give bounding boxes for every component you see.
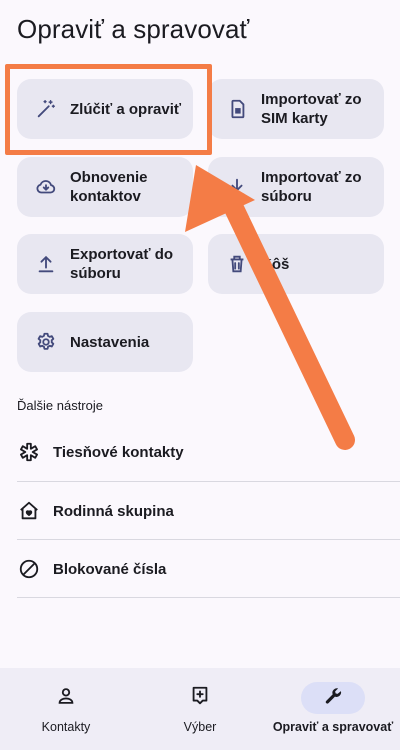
nav-fix-and-manage[interactable]: Opraviť a spravovať [270, 668, 396, 750]
blocked-numbers-row[interactable]: Blokované čísla [0, 540, 400, 598]
export-file-card[interactable]: Exportovať do súboru [17, 234, 193, 294]
block-icon [17, 557, 41, 581]
nav-pill [168, 682, 232, 714]
download-icon [226, 176, 248, 198]
settings-card[interactable]: Nastavenia [17, 312, 193, 372]
add-box-icon [189, 685, 211, 712]
card-label: Exportovať do súboru [70, 246, 174, 282]
trash-icon [226, 253, 248, 275]
emergency-icon [17, 440, 41, 464]
sim-card-icon [226, 98, 248, 120]
gear-icon [35, 331, 57, 353]
person-icon [55, 685, 77, 712]
card-label: Obnovenie kontaktov [70, 169, 148, 205]
page-title: Opraviť a spravovať [17, 14, 250, 44]
nav-label: Kontakty [41, 720, 91, 734]
wrench-icon [323, 686, 343, 711]
trash-card[interactable]: Kôš [208, 234, 384, 294]
import-sim-card[interactable]: Importovať zo SIM karty [208, 79, 384, 139]
restore-contacts-card[interactable]: Obnovenie kontaktov [17, 157, 193, 217]
nav-contacts[interactable]: Kontakty [22, 668, 110, 750]
divider [17, 597, 400, 598]
nav-label: Výber [183, 720, 217, 734]
row-label: Tiesňové kontakty [53, 443, 184, 461]
import-file-card[interactable]: Importovať zo súboru [208, 157, 384, 217]
upload-icon [35, 253, 57, 275]
nav-label: Opraviť a spravovať [272, 720, 394, 734]
highlight-box [5, 64, 212, 155]
card-label: Kôš [261, 255, 290, 273]
card-label: Nastavenia [70, 333, 150, 351]
card-label: Importovať zo SIM karty [261, 91, 362, 127]
row-label: Blokované čísla [53, 560, 167, 578]
family-group-row[interactable]: Rodinná skupina [0, 482, 400, 540]
emergency-contacts-row[interactable]: Tiesňové kontakty [0, 423, 400, 481]
family-home-icon [17, 499, 41, 523]
row-label: Rodinná skupina [53, 502, 174, 520]
nav-pill-active [301, 682, 365, 714]
card-label: Importovať zo súboru [261, 169, 362, 205]
bottom-navigation: Kontakty Výber Opraviť a spravovať [0, 668, 400, 750]
nav-pill [34, 682, 98, 714]
nav-selection[interactable]: Výber [156, 668, 244, 750]
more-tools-heading: Ďalšie nástroje [17, 398, 103, 413]
cloud-download-icon [35, 176, 57, 198]
